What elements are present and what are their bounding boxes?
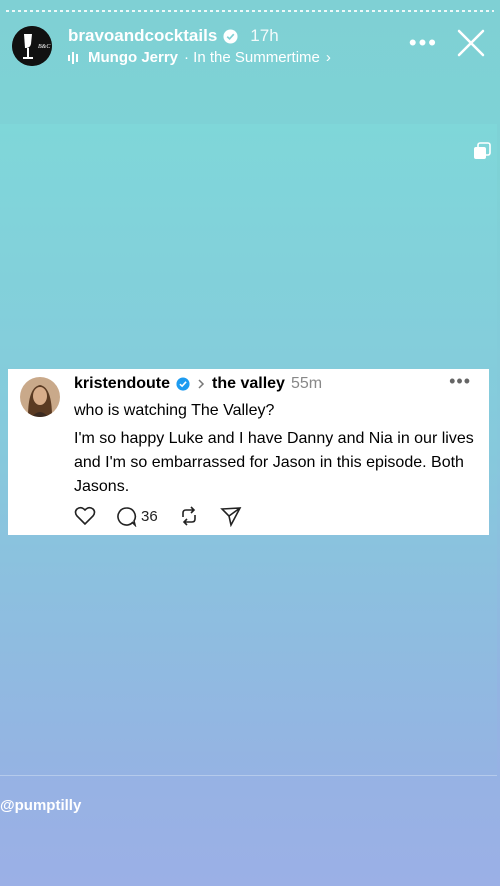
heart-icon[interactable]: [74, 506, 96, 526]
post-body: who is watching The Valley? I'm so happy…: [74, 399, 474, 503]
threads-post-card[interactable]: kristendoute the valley 55m ••• who is w…: [8, 369, 489, 535]
post-line-2: I'm so happy Luke and I have Danny and N…: [74, 430, 474, 495]
story-time: 17h: [250, 26, 279, 45]
post-topic[interactable]: the valley: [212, 375, 285, 393]
story-username-row[interactable]: bravoandcocktails 17h: [68, 26, 279, 46]
close-icon[interactable]: [456, 28, 486, 58]
comment-icon: [117, 506, 137, 527]
post-more-options-icon[interactable]: •••: [449, 371, 471, 392]
story-progress-bar: [6, 10, 494, 12]
audio-bars-icon: [68, 51, 78, 64]
post-avatar[interactable]: [20, 377, 60, 417]
comment-button[interactable]: 36: [116, 506, 158, 527]
avatar[interactable]: B&C: [12, 26, 52, 66]
story-header: B&C bravoandcocktails 17h Mungo Jerry · …: [10, 22, 490, 72]
reply-count: 36: [141, 507, 158, 525]
copy-icon[interactable]: [472, 141, 492, 161]
more-options-icon[interactable]: •••: [409, 30, 438, 56]
svg-text:B&C: B&C: [38, 44, 51, 50]
story-username[interactable]: bravoandcocktails: [68, 26, 217, 46]
post-username[interactable]: kristendoute: [74, 375, 170, 393]
verified-badge-icon: [223, 28, 238, 44]
post-actions: 36: [74, 505, 242, 527]
post-line-1: who is watching The Valley?: [74, 402, 275, 419]
music-artist: Mungo Jerry: [88, 49, 179, 66]
post-time: 55m: [290, 375, 323, 392]
send-icon[interactable]: [219, 505, 242, 527]
music-attribution[interactable]: Mungo Jerry · In the Summertime ›: [68, 49, 331, 66]
chevron-right-icon: ›: [325, 49, 331, 66]
mention-tag[interactable]: @pumptilly: [0, 797, 81, 814]
repost-icon[interactable]: [178, 505, 200, 527]
post-header: kristendoute the valley 55m: [74, 375, 322, 393]
music-song: · In the Summertime: [184, 49, 320, 66]
verified-badge-icon: [176, 377, 190, 391]
chevron-right-icon: [198, 379, 205, 389]
